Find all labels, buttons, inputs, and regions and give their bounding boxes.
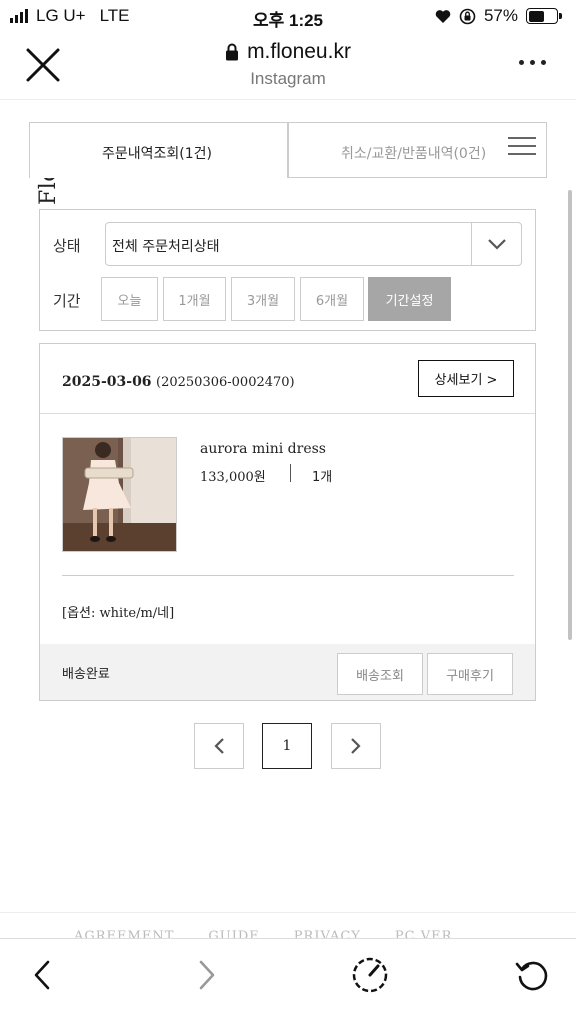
battery-percent: 57% bbox=[483, 6, 518, 25]
tab-cancel-exchange-return[interactable]: 취소/교환/반품내역(0건) bbox=[288, 122, 547, 178]
compass-icon[interactable] bbox=[348, 953, 392, 997]
url-bar[interactable]: m.floneu.kr bbox=[225, 40, 351, 64]
product-quantity: 1개 bbox=[312, 470, 333, 485]
order-date: 2025-03-06 bbox=[62, 374, 152, 390]
battery-fill bbox=[528, 10, 544, 22]
address-area[interactable]: m.floneu.kr Instagram bbox=[0, 40, 576, 89]
footer-link-guide[interactable]: GUIDE bbox=[208, 929, 259, 938]
period-today-button[interactable]: 오늘 bbox=[101, 277, 158, 321]
browser-toolbar bbox=[0, 938, 576, 1024]
status-select-value: 전체 주문처리상태 bbox=[112, 239, 220, 255]
status-bar-right: 57% bbox=[435, 6, 562, 26]
order-date-line: 2025-03-06 (20250306-0002470) bbox=[62, 374, 295, 390]
write-review-button[interactable]: 구매후기 bbox=[427, 653, 513, 695]
product-option: [옵션: white/m/네] bbox=[62, 606, 175, 621]
more-icon[interactable] bbox=[519, 60, 546, 65]
heart-icon bbox=[435, 9, 451, 23]
tab-order-history[interactable]: 주문내역조회(1건) bbox=[29, 122, 288, 178]
tab-order-history-label: 주문내역조회(1건) bbox=[102, 146, 212, 162]
footer-link-pc-version[interactable]: PC VER. bbox=[395, 929, 458, 938]
period-filter-label: 기간 bbox=[53, 292, 81, 310]
period-3month-button[interactable]: 3개월 bbox=[231, 277, 295, 321]
page-number-current[interactable]: 1 bbox=[262, 723, 312, 769]
order-detail-button[interactable]: 상세보기 > bbox=[418, 360, 514, 397]
chevron-left-icon[interactable] bbox=[194, 723, 244, 769]
divider bbox=[62, 575, 514, 576]
price-quantity-divider bbox=[290, 464, 291, 482]
browser-header: m.floneu.kr Instagram bbox=[0, 34, 576, 100]
back-icon[interactable] bbox=[20, 953, 64, 997]
url-text: m.floneu.kr bbox=[247, 40, 351, 63]
order-footer: 배송완료 배송조회 구매후기 bbox=[40, 644, 535, 700]
status-select[interactable]: 전체 주문처리상태 bbox=[105, 222, 522, 266]
tab-cancel-label: 취소/교환/반품내역(0건) bbox=[341, 146, 487, 162]
order-card: 2025-03-06 (20250306-0002470) 상세보기 > aur… bbox=[39, 343, 536, 701]
scrollbar[interactable] bbox=[568, 190, 572, 640]
hamburger-icon[interactable] bbox=[508, 137, 536, 157]
lock-icon bbox=[226, 43, 239, 61]
orientation-lock-icon bbox=[459, 8, 476, 24]
pagination: 1 bbox=[0, 723, 576, 771]
delivery-status: 배송완료 bbox=[62, 667, 110, 682]
browser-subtitle: Instagram bbox=[250, 69, 326, 88]
order-header: 2025-03-06 (20250306-0002470) 상세보기 > bbox=[40, 344, 535, 414]
period-custom-button[interactable]: 기간설정 bbox=[368, 277, 451, 321]
product-name[interactable]: aurora mini dress bbox=[200, 441, 326, 457]
footer-links: AGREEMENT GUIDE PRIVACY PC VER. bbox=[0, 912, 576, 938]
chevron-down-icon[interactable] bbox=[471, 223, 521, 265]
status-filter-label: 상태 bbox=[53, 237, 81, 255]
footer-link-agreement[interactable]: AGREEMENT bbox=[74, 929, 174, 938]
period-6month-button[interactable]: 6개월 bbox=[300, 277, 364, 321]
order-filter: 상태 전체 주문처리상태 기간 오늘 1개월 3개월 6개월 기간설정 bbox=[39, 209, 536, 331]
status-bar: LG U+ LTE 오후 1:25 57% bbox=[0, 0, 576, 34]
battery-icon bbox=[526, 8, 562, 24]
product-price: 133,000원 bbox=[200, 470, 266, 485]
track-delivery-button[interactable]: 배송조회 bbox=[337, 653, 423, 695]
order-number: (20250306-0002470) bbox=[156, 375, 295, 390]
forward-icon[interactable] bbox=[185, 953, 229, 997]
period-1month-button[interactable]: 1개월 bbox=[163, 277, 226, 321]
reload-icon[interactable] bbox=[510, 953, 554, 997]
footer-link-privacy[interactable]: PRIVACY bbox=[294, 929, 361, 938]
product-image[interactable] bbox=[62, 437, 177, 552]
order-tabs: 주문내역조회(1건) 취소/교환/반품내역(0건) bbox=[29, 122, 547, 178]
chevron-right-icon[interactable] bbox=[331, 723, 381, 769]
